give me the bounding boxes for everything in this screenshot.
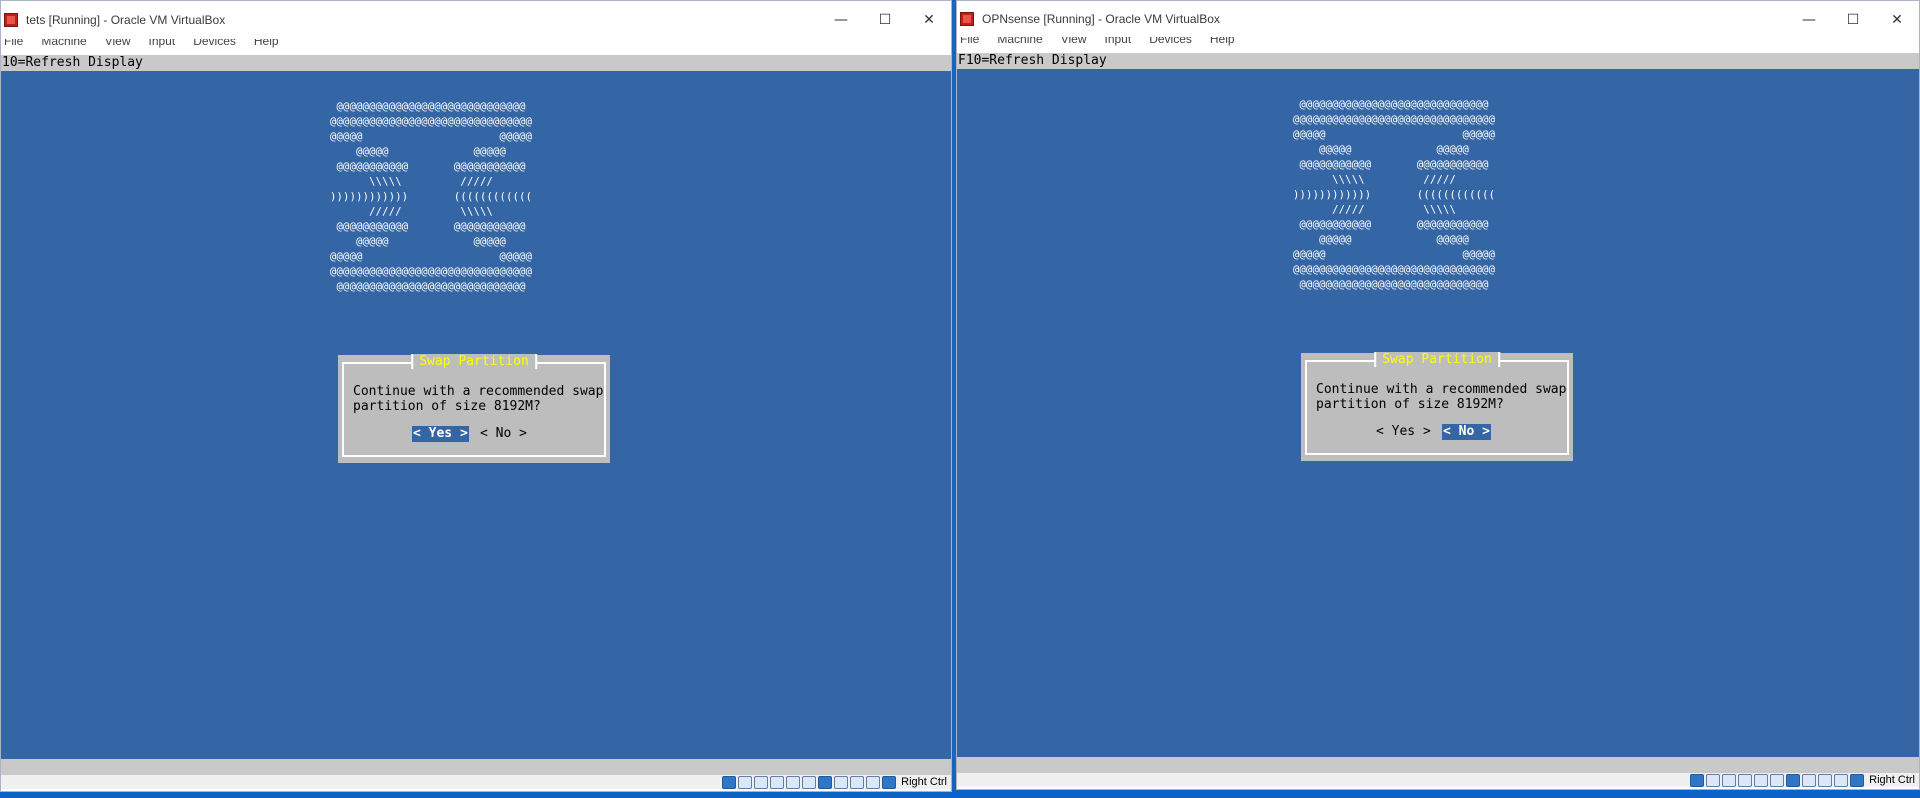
opnsense-ascii-logo: @@@@@@@@@@@@@@@@@@@@@@@@@@@@@ @@@@@@@@@@… [330,101,533,293]
vbox-logo-icon [960,11,976,27]
minimize-icon[interactable]: — [1787,1,1831,39]
no-button[interactable]: < No > [1442,424,1491,440]
dialog-title: Swap Partition [1374,352,1500,367]
vm-console-screen[interactable]: @@@@@@@@@@@@@@@@@@@@@@@@@@@@@ @@@@@@@@@@… [1,71,951,759]
no-button[interactable]: < No > [479,426,528,442]
display-icon[interactable] [818,775,833,789]
close-icon[interactable]: ✕ [907,1,951,39]
usb-icon[interactable] [786,775,801,789]
vm-window-opnsense[interactable]: OPNsense [Running] - Oracle VM VirtualBo… [956,0,1920,790]
network-icon[interactable] [770,775,785,789]
swap-partition-dialog: Swap Partition Continue with a recommend… [339,354,609,462]
mouse-icon[interactable] [866,775,881,789]
shared-folder-icon[interactable] [802,775,817,789]
usb-icon[interactable] [1754,773,1769,787]
host-key-icon [882,775,897,789]
maximize-icon[interactable]: ☐ [1831,1,1875,39]
yes-button[interactable]: < Yes > [1375,424,1432,440]
optical-icon[interactable] [738,775,753,789]
vm-status-bar: Right Ctrl [1,759,951,789]
audio-icon[interactable] [1722,773,1737,787]
console-status-line: F10=Refresh Display [957,53,1919,69]
cpu-icon[interactable] [850,775,865,789]
maximize-icon[interactable]: ☐ [863,1,907,39]
host-key-icon [1850,773,1865,787]
device-tray: Right Ctrl [722,775,947,789]
display-icon[interactable] [1786,773,1801,787]
title-bar[interactable]: OPNsense [Running] - Oracle VM VirtualBo… [957,1,1919,37]
console-status-line: 10=Refresh Display [1,55,951,71]
close-icon[interactable]: ✕ [1875,1,1919,39]
console-bottom-line [1,759,951,775]
vm-status-bar: Right Ctrl [957,757,1919,787]
network-icon[interactable] [1738,773,1753,787]
swap-partition-dialog: Swap Partition Continue with a recommend… [1302,352,1572,460]
dialog-title: Swap Partition [411,354,537,369]
dialog-message: Continue with a recommended swap partiti… [1316,382,1567,412]
minimize-icon[interactable]: — [819,1,863,39]
window-title: tets [Running] - Oracle VM VirtualBox [26,13,226,27]
title-bar[interactable]: tets [Running] - Oracle VM VirtualBox — … [1,1,951,39]
host-key-label: Right Ctrl [901,776,947,788]
yes-button[interactable]: < Yes > [412,426,469,442]
vm-console-screen[interactable]: @@@@@@@@@@@@@@@@@@@@@@@@@@@@@ @@@@@@@@@@… [957,69,1919,757]
recording-icon[interactable] [1802,773,1817,787]
host-key-label: Right Ctrl [1869,774,1915,786]
optical-icon[interactable] [1706,773,1721,787]
recording-icon[interactable] [834,775,849,789]
audio-icon[interactable] [754,775,769,789]
mouse-icon[interactable] [1834,773,1849,787]
hdd-icon[interactable] [722,775,737,789]
window-controls: — ☐ ✕ [819,1,951,39]
vm-window-tets[interactable]: tets [Running] - Oracle VM VirtualBox — … [0,0,952,792]
opnsense-ascii-logo: @@@@@@@@@@@@@@@@@@@@@@@@@@@@@ @@@@@@@@@@… [1293,99,1496,291]
cpu-icon[interactable] [1818,773,1833,787]
dialog-message: Continue with a recommended swap partiti… [353,384,604,414]
console-bottom-line [957,757,1919,773]
window-title: OPNsense [Running] - Oracle VM VirtualBo… [982,12,1220,26]
hdd-icon[interactable] [1690,773,1705,787]
device-tray: Right Ctrl [1690,773,1915,787]
shared-folder-icon[interactable] [1770,773,1785,787]
window-controls: — ☐ ✕ [1787,1,1919,39]
vbox-logo-icon [4,12,20,28]
